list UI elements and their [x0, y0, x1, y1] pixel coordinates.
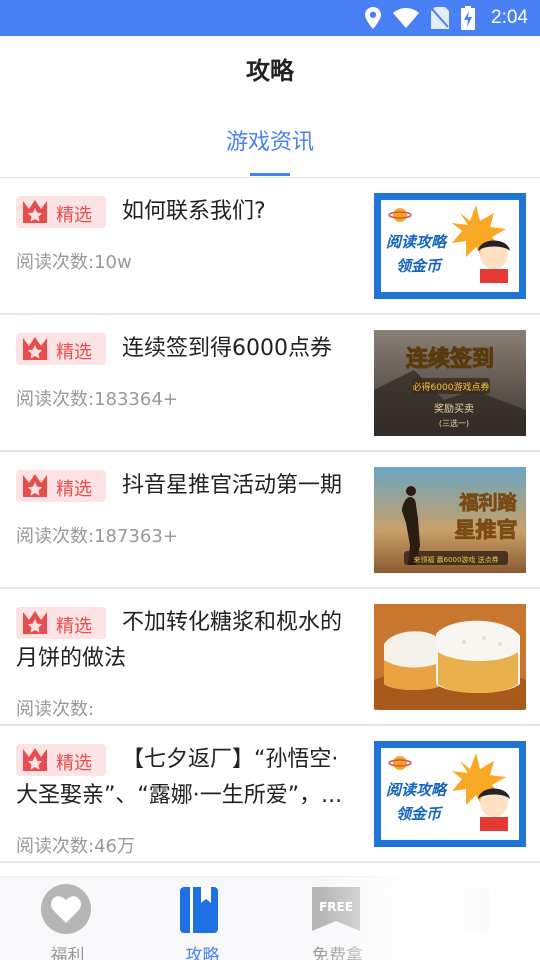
badge-label: 精选 [56, 342, 92, 363]
article-thumbnail[interactable]: 福利踏 星推官 来领福 赢6000游戏 送点券 [374, 467, 526, 573]
read-count: 阅读次数:183364+ [16, 389, 178, 410]
list-item[interactable]: 抖音星推官活动第一期 精选 阅读次数:187363+ 福利踏 星推官 来领福 赢… [0, 452, 540, 589]
badge-label: 精选 [56, 753, 92, 774]
featured-badge: 精选 [16, 607, 106, 639]
thumbnail-text: 来领福 赢6000游戏 送点券 [413, 555, 498, 564]
thumbnail-text: (三选一) [439, 418, 469, 428]
featured-badge: 精选 [16, 744, 106, 776]
thumbnail-text: 奖励买卖 [434, 402, 474, 415]
status-time: 2:04 [491, 7, 528, 28]
article-thumbnail[interactable]: 阅读攻略 领金币 [374, 193, 526, 299]
nav-item-welfare[interactable]: 福利 [0, 877, 135, 960]
read-count: 阅读次数:187363+ [16, 526, 178, 547]
article-title: 抖音星推官活动第一期 [122, 473, 343, 498]
thumbnail-text: 阅读攻略 [386, 781, 448, 799]
article-thumbnail[interactable] [374, 604, 526, 710]
featured-badge: 精选 [16, 470, 106, 502]
battery-charging-icon [461, 6, 476, 30]
read-count: 阅读次数: [16, 699, 95, 720]
no-sim-icon [431, 7, 450, 29]
featured-badge: 精选 [16, 196, 106, 228]
thumbnail-text: 领金币 [396, 805, 443, 823]
list-item[interactable]: 不加转化糖浆和枧水的月饼的做法 精选 阅读次数: [0, 589, 540, 726]
badge-label: 精选 [56, 479, 92, 500]
read-count: 阅读次数:46万 [16, 836, 135, 857]
wifi-icon [393, 8, 420, 28]
fade-overlay [320, 876, 540, 960]
page-header: 攻略 [0, 36, 540, 100]
list-item[interactable]: 如何联系我们? 精选 阅读次数:10w 阅读攻略 领金币 [0, 178, 540, 315]
book-icon [180, 887, 218, 933]
read-count: 阅读次数:10w [16, 252, 132, 273]
nav-label: 攻略 [185, 946, 220, 960]
status-icons: 2:04 [365, 0, 528, 36]
list-item[interactable]: 【七夕返厂】“孙悟空·大圣娶亲”、“露娜·一生所爱”，... 精选 阅读次数:4… [0, 726, 540, 863]
crown-star-icon [23, 474, 47, 497]
crown-star-icon [23, 337, 47, 360]
article-title: 连续签到得6000点券 [122, 336, 332, 361]
thumbnail-text: 领金币 [396, 257, 443, 275]
thumbnail-text: 福利踏 [458, 491, 517, 514]
featured-badge: 精选 [16, 333, 106, 365]
crown-star-icon [23, 611, 47, 634]
thumbnail-text: 必得6000游戏点券 [413, 381, 490, 393]
badge-label: 精选 [56, 205, 92, 226]
thumbnail-text: 星推官 [455, 518, 518, 542]
status-bar: 2:04 [0, 0, 540, 36]
thumbnail-text: 阅读攻略 [386, 233, 448, 251]
tab-bar: 游戏资讯 [0, 110, 540, 178]
heart-icon [41, 884, 91, 934]
crown-star-icon [23, 748, 47, 771]
list-item[interactable]: 连续签到得6000点券 精选 阅读次数:183364+ 连续签到 必得6000游… [0, 315, 540, 452]
crown-star-icon [23, 200, 47, 223]
page-title: 攻略 [246, 56, 294, 85]
location-icon [365, 7, 382, 29]
thumbnail-text: 连续签到 [406, 346, 494, 372]
tab-indicator [250, 173, 290, 176]
article-thumbnail[interactable]: 阅读攻略 领金币 [374, 741, 526, 847]
tab-game-news[interactable]: 游戏资讯 [0, 124, 540, 156]
article-title: 如何联系我们? [122, 199, 266, 224]
article-thumbnail[interactable]: 连续签到 必得6000游戏点券 奖励买卖 (三选一) [374, 330, 526, 436]
badge-label: 精选 [56, 616, 92, 637]
nav-label: 福利 [50, 946, 85, 960]
nav-item-guides[interactable]: 攻略 [135, 877, 270, 960]
